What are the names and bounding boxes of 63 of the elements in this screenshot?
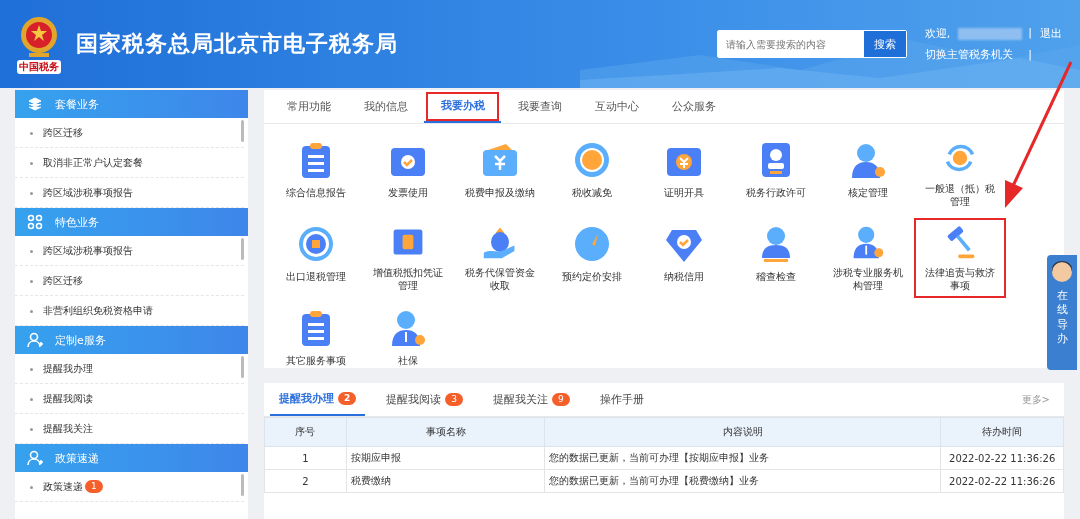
column-header: 待办时间 <box>940 417 1064 447</box>
service-tile[interactable]: 税收减免 <box>546 134 638 214</box>
table-cell: 2 <box>264 469 347 493</box>
table-cell: 按期应申报 <box>346 446 545 470</box>
service-tile[interactable]: 核定管理 <box>822 134 914 214</box>
service-tile[interactable]: 预约定价安排 <box>546 218 638 298</box>
tab[interactable]: 提醒我阅读 3 <box>377 383 472 416</box>
sidebar-item[interactable]: 跨区迁移 <box>15 266 244 296</box>
service-tile[interactable]: 法律追责与救济事项 <box>914 218 1006 298</box>
service-tile[interactable]: 稽查检查 <box>730 218 822 298</box>
table-cell: 1 <box>264 446 347 470</box>
sidebar-item[interactable]: 跨区迁移 <box>15 118 244 148</box>
logo-caption: 中国税务 <box>17 59 61 74</box>
tab[interactable]: 公众服务 <box>655 90 732 123</box>
sidebar-item[interactable]: 取消非正常户认定套餐 <box>15 148 244 178</box>
separator-glyph: | <box>1028 26 1032 41</box>
service-tile[interactable]: 综合信息报告 <box>270 134 362 214</box>
tab[interactable]: 互动中心 <box>578 90 655 123</box>
welcome-text: 欢迎, <box>924 26 951 41</box>
table-cell: 2022-02-22 11:36:26 <box>940 446 1064 470</box>
user-add-icon <box>27 450 43 466</box>
redacted-name <box>958 27 1023 40</box>
service-tile[interactable]: 税务行政许可 <box>730 134 822 214</box>
stack-icon <box>27 96 43 112</box>
search-button[interactable]: 搜索 <box>863 31 906 57</box>
service-tile[interactable]: 其它服务事项 <box>270 302 362 382</box>
tab[interactable]: 我的信息 <box>347 90 424 123</box>
service-tile[interactable]: 增值税抵扣凭证管理 <box>362 218 454 298</box>
tab[interactable]: 我要查询 <box>501 90 578 123</box>
site-title: 国家税务总局北京市电子税务局 <box>76 30 398 58</box>
column-header: 事项名称 <box>346 417 545 447</box>
emblem-icon <box>19 14 59 59</box>
column-header: 序号 <box>264 417 347 447</box>
table-cell: 您的数据已更新，当前可办理【税费缴纳】业务 <box>544 469 941 493</box>
service-tile[interactable]: 涉税专业服务机构管理 <box>822 218 914 298</box>
separator-glyph: | <box>1028 48 1032 61</box>
tab[interactable]: 我要办税 <box>424 90 501 123</box>
table-cell: 税费缴纳 <box>346 469 545 493</box>
sidebar-item[interactable]: 跨区域涉税事项报告 <box>15 236 244 266</box>
table-cell: 您的数据已更新，当前可办理【按期应申报】业务 <box>544 446 941 470</box>
grid-icon <box>27 214 43 230</box>
sidebar-item[interactable]: 提醒我办理 <box>15 354 244 384</box>
service-tile[interactable]: 一般退（抵）税管理 <box>914 134 1006 214</box>
service-tile[interactable]: 税费申报及缴纳 <box>454 134 546 214</box>
search-field[interactable]: 请输入需要搜索的内容 搜索 <box>716 30 907 58</box>
tab[interactable]: 常用功能 <box>270 90 347 123</box>
service-tile[interactable]: 纳税信用 <box>638 218 730 298</box>
service-tile[interactable]: 社保 <box>362 302 454 382</box>
coin-icon <box>572 140 612 180</box>
tab[interactable]: 操作手册 <box>590 383 653 416</box>
column-header: 内容说明 <box>544 417 941 447</box>
service-tile[interactable]: 出口退税管理 <box>270 218 362 298</box>
avatar-icon <box>1051 261 1073 283</box>
online-guide-button[interactable]: 在线导办 <box>1047 255 1077 370</box>
service-tile[interactable]: 税务代保管资金收取 <box>454 218 546 298</box>
compass-icon <box>572 224 612 264</box>
user-add-icon <box>27 332 43 348</box>
table-cell: 2022-02-22 11:36:26 <box>940 469 1064 493</box>
service-tile[interactable]: 发票使用 <box>362 134 454 214</box>
sidebar-item[interactable]: 提醒我阅读 <box>15 384 244 414</box>
service-tile[interactable]: 证明开具 <box>638 134 730 214</box>
tab[interactable]: 提醒我关注 9 <box>484 383 579 416</box>
count-badge: 1 <box>85 480 103 493</box>
